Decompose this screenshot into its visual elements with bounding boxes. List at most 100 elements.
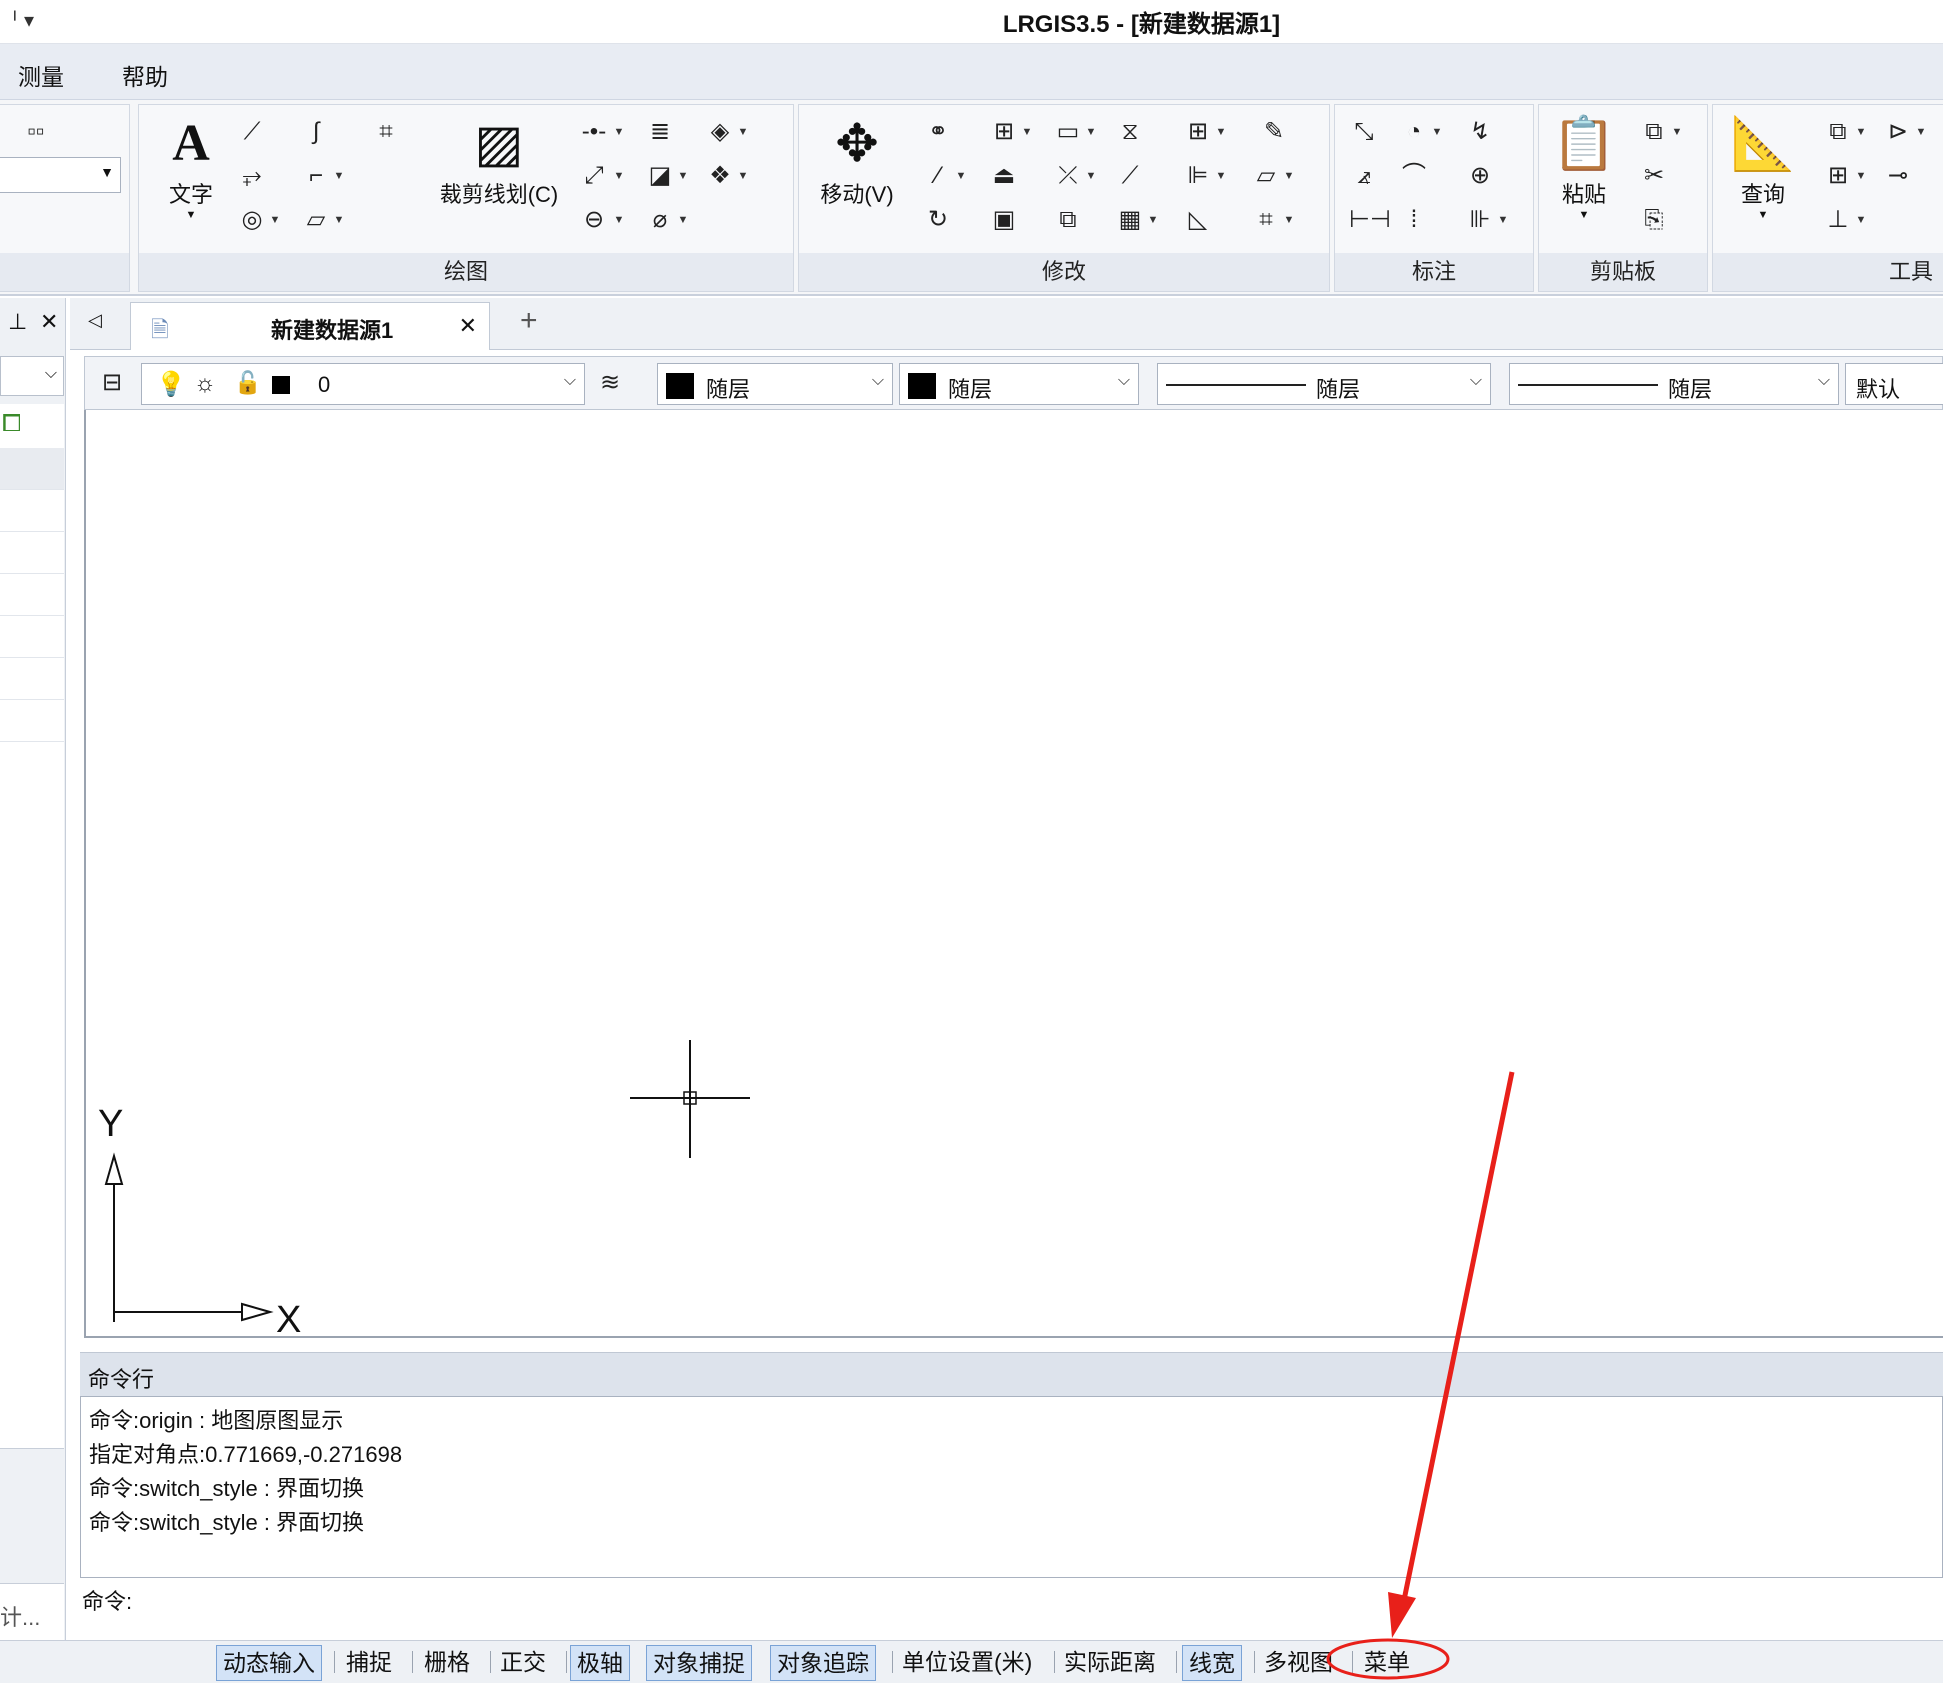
- diamond-icon[interactable]: ◈: [705, 117, 735, 147]
- layer-stack-icon[interactable]: ≋: [595, 368, 625, 398]
- copy-icon[interactable]: ⧉: [1639, 117, 1669, 147]
- radius-dimension-icon[interactable]: ◔: [1399, 117, 1429, 147]
- arc-icon[interactable]: ⌐: [301, 161, 331, 191]
- toggle-line-weight[interactable]: 线宽: [1182, 1645, 1242, 1681]
- array-icon[interactable]: ⊞: [989, 117, 1019, 147]
- chevron-down-icon[interactable]: ▼: [1147, 205, 1159, 235]
- toggle-actual-distance[interactable]: 实际距离: [1058, 1645, 1162, 1681]
- align-icon[interactable]: ▫▫: [1, 117, 71, 147]
- polyline-icon[interactable]: ⥅: [237, 161, 267, 191]
- lightbulb-icon[interactable]: 💡: [156, 370, 186, 399]
- chevron-down-icon[interactable]: ▼: [677, 161, 689, 191]
- block-icon[interactable]: ▣: [989, 205, 1019, 235]
- linear-dimension-icon[interactable]: ⊢⊣: [1349, 205, 1391, 235]
- leader-icon[interactable]: ↯: [1465, 117, 1495, 147]
- multi-view-button[interactable]: 多视图: [1258, 1645, 1339, 1681]
- paste-button[interactable]: 📋 粘贴 ▼: [1549, 111, 1619, 221]
- chevron-down-icon[interactable]: ▼: [1497, 205, 1509, 235]
- list-lines-icon[interactable]: ≣: [645, 117, 675, 147]
- trim-icon[interactable]: ⁄: [923, 161, 953, 191]
- cut-icon[interactable]: ✂: [1639, 161, 1669, 191]
- pin-icon[interactable]: ⊥: [8, 298, 27, 346]
- scroll-left-icon[interactable]: ◁: [88, 310, 102, 331]
- clip-line-button[interactable]: ▨ 裁剪线划(C): [429, 111, 569, 209]
- list-item[interactable]: [0, 658, 64, 700]
- list-item[interactable]: [0, 490, 64, 532]
- toggle-object-tracking[interactable]: 对象追踪: [770, 1645, 876, 1681]
- command-input[interactable]: 命令:: [80, 1580, 1943, 1640]
- sun-icon[interactable]: ☼: [194, 370, 216, 398]
- chevron-down-icon[interactable]: ▼: [1855, 117, 1867, 147]
- pattern-icon[interactable]: ❖: [705, 161, 735, 191]
- toggle-ortho[interactable]: 正交: [494, 1645, 552, 1681]
- chevron-down-icon[interactable]: ▼: [1915, 117, 1927, 147]
- chevron-down-icon[interactable]: ▼: [1085, 117, 1097, 147]
- ellipse-icon[interactable]: ⊖: [579, 205, 609, 235]
- tab-new-datasource-1[interactable]: 🗎 新建数据源1 ✕: [130, 302, 490, 350]
- triangle-ruler-icon[interactable]: ◺: [1183, 205, 1213, 235]
- eraser-icon[interactable]: ⌀: [645, 205, 675, 235]
- extend-icon[interactable]: ⤫: [1053, 161, 1083, 191]
- text-button[interactable]: A 文字 ▼: [153, 111, 229, 221]
- hierarchy-icon[interactable]: ⊥: [1823, 205, 1853, 235]
- toggle-dynamic-input[interactable]: 动态输入: [216, 1645, 322, 1681]
- chevron-down-icon[interactable]: ▼: [1431, 117, 1443, 147]
- chevron-down-icon[interactable]: ▼: [1855, 161, 1867, 191]
- circle-icon[interactable]: ◎: [237, 205, 267, 235]
- chevron-down-icon[interactable]: ▼: [1283, 161, 1295, 191]
- hatch-small-icon[interactable]: ▦: [1115, 205, 1145, 235]
- color-combo[interactable]: 随层 ⌵: [657, 363, 893, 405]
- chevron-down-icon[interactable]: ▼: [737, 117, 749, 147]
- chevron-down-icon[interactable]: ▼: [333, 161, 345, 191]
- chevron-down-icon[interactable]: ▼: [1215, 117, 1227, 147]
- chevron-down-icon[interactable]: ▼: [1283, 205, 1295, 235]
- move-button[interactable]: ✥ 移动(V): [809, 111, 905, 209]
- line-tool-icon[interactable]: ⟋: [1115, 161, 1145, 191]
- lineweight-combo[interactable]: 随层 ⌵: [1509, 363, 1839, 405]
- chevron-down-icon[interactable]: ▼: [613, 161, 625, 191]
- crop-icon[interactable]: ⌗: [1251, 205, 1281, 235]
- line-icon[interactable]: ⟋: [237, 117, 267, 147]
- fill-color-combo[interactable]: 随层 ⌵: [899, 363, 1139, 405]
- pencil-icon[interactable]: ✎: [1259, 117, 1289, 147]
- arc-length-icon[interactable]: ⌒: [1399, 161, 1429, 191]
- layer-edit-icon[interactable]: ⧠: [2, 410, 21, 438]
- list-item[interactable]: [0, 532, 64, 574]
- ordinate-dimension-icon[interactable]: ⁞: [1399, 205, 1429, 235]
- rotate-icon[interactable]: ↻: [923, 205, 953, 235]
- drawing-canvas[interactable]: Y X: [84, 410, 1943, 1338]
- copy-circles-icon[interactable]: ⚭: [923, 117, 953, 147]
- add-tab-icon[interactable]: +: [520, 304, 538, 338]
- linetype-combo[interactable]: 随层 ⌵: [1157, 363, 1491, 405]
- paste-special-icon[interactable]: ⎘: [1639, 205, 1669, 235]
- grid-icon[interactable]: ⊞: [1183, 117, 1213, 147]
- erase-shape-icon[interactable]: ▱: [1251, 161, 1281, 191]
- chevron-down-icon[interactable]: ▼: [1215, 161, 1227, 191]
- chevron-down-icon[interactable]: ▼: [1021, 117, 1033, 147]
- chevron-down-icon[interactable]: ▼: [1085, 161, 1097, 191]
- rectangle-icon[interactable]: ▭: [1053, 117, 1083, 147]
- toggle-object-snap[interactable]: 对象捕捉: [646, 1645, 752, 1681]
- stamp-icon[interactable]: ⏏: [989, 161, 1019, 191]
- chevron-down-icon[interactable]: ▼: [677, 205, 689, 235]
- partial-combo[interactable]: ▼: [0, 157, 121, 193]
- rectangle-select-icon[interactable]: ⌗: [371, 117, 401, 147]
- style-combo[interactable]: 默认: [1845, 363, 1943, 405]
- angle-dimension-icon[interactable]: ⦨: [1349, 161, 1379, 191]
- chevron-down-icon[interactable]: ▼: [955, 161, 967, 191]
- chevron-down-icon[interactable]: ▼: [1671, 117, 1683, 147]
- close-icon[interactable]: ✕: [40, 298, 58, 346]
- chevron-down-icon[interactable]: ▼: [613, 205, 625, 235]
- align-left-icon[interactable]: ⊫: [1183, 161, 1213, 191]
- toggle-polar[interactable]: 极轴: [570, 1645, 630, 1681]
- menu-item-measure[interactable]: 测量: [18, 58, 64, 92]
- add-layer-icon[interactable]: ⊞: [1823, 161, 1853, 191]
- chevron-down-icon[interactable]: ▼: [613, 117, 625, 147]
- polygon-icon[interactable]: ▱: [301, 205, 331, 235]
- diagonal-arrow-icon[interactable]: ⤢: [579, 161, 609, 191]
- cube-icon[interactable]: ⧉: [1053, 205, 1083, 235]
- list-item[interactable]: [0, 448, 64, 490]
- menu-item-help[interactable]: 帮助: [122, 58, 168, 92]
- shape-fill-icon[interactable]: ◪: [645, 161, 675, 191]
- chevron-down-icon[interactable]: ▼: [737, 161, 749, 191]
